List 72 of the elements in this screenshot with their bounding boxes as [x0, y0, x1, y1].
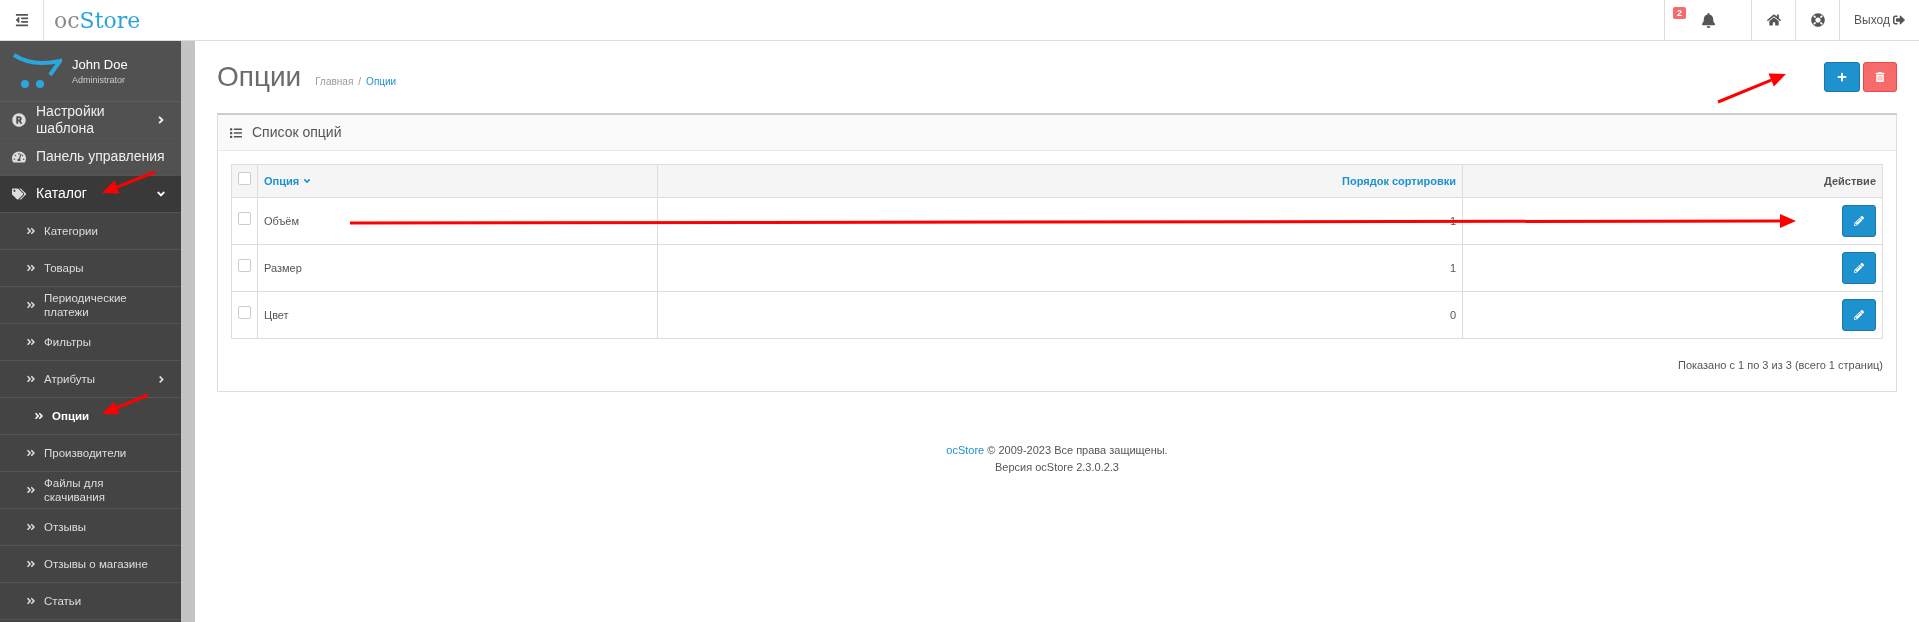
- checkbox[interactable]: [238, 172, 251, 186]
- edit-button[interactable]: [1842, 205, 1876, 237]
- table-cell: Цвет: [257, 291, 658, 339]
- notification-count: 2: [1673, 7, 1686, 19]
- double-chevron-icon: [26, 559, 36, 569]
- table-cell: 0: [657, 291, 1463, 339]
- page-title: Опции: [217, 63, 302, 91]
- sidebar-subitem[interactable]: Атрибуты: [0, 361, 181, 398]
- double-chevron-icon: [26, 522, 36, 532]
- annotation-arrow: [102, 170, 156, 194]
- lifebuoy-icon: [1810, 13, 1825, 27]
- double-chevron-icon: [26, 596, 36, 606]
- edit-button[interactable]: [1842, 299, 1876, 331]
- logout-button[interactable]: Выход: [1839, 0, 1919, 40]
- table-cell: Объём: [257, 197, 658, 245]
- sidebar-item[interactable]: Каталог: [0, 176, 181, 213]
- sidebar-item[interactable]: Панель управления: [0, 139, 181, 176]
- annotation-arrow: [1717, 73, 1786, 104]
- checkbox[interactable]: [238, 259, 251, 273]
- double-chevron-icon: [26, 337, 36, 347]
- user-name: John Doe: [72, 55, 128, 74]
- list-icon: [230, 126, 242, 139]
- breadcrumb-link[interactable]: Опции: [366, 74, 397, 89]
- sidebar-item[interactable]: Настройки шаблона: [0, 102, 181, 139]
- checkbox[interactable]: [238, 212, 251, 226]
- registered-icon: [12, 113, 26, 127]
- sidebar-subitem[interactable]: Отзывы: [0, 509, 181, 546]
- pencil-icon: [1854, 216, 1864, 226]
- double-chevron-icon: [34, 411, 44, 421]
- double-chevron-icon: [26, 485, 36, 495]
- double-chevron-icon: [26, 374, 36, 384]
- tags-icon: [12, 187, 26, 201]
- sidebar-subitem[interactable]: Производители: [0, 435, 181, 472]
- checkbox[interactable]: [238, 306, 251, 320]
- sidebar-subitem[interactable]: Категории: [0, 213, 181, 250]
- double-chevron-icon: [26, 448, 36, 458]
- annotation-arrow: [102, 393, 149, 415]
- table-cell: 1: [657, 244, 1463, 292]
- edit-button[interactable]: [1842, 252, 1876, 284]
- menu-icon: [14, 13, 29, 27]
- double-chevron-icon: [26, 300, 36, 310]
- sidebar-subitem[interactable]: Товары: [0, 250, 181, 287]
- logo[interactable]: ocStore: [44, 0, 141, 40]
- breadcrumb-separator: /: [358, 75, 362, 89]
- double-chevron-icon: [26, 226, 36, 236]
- delete-button[interactable]: [1863, 62, 1897, 92]
- plus-icon: [1837, 72, 1847, 82]
- bell-icon: [1700, 12, 1716, 28]
- home-icon: [1766, 13, 1781, 27]
- double-chevron-icon: [26, 263, 36, 273]
- sidebar-subitem[interactable]: Статьи: [0, 583, 181, 620]
- pencil-icon: [1854, 263, 1864, 273]
- sidebar-subitem[interactable]: Периодические платежи: [0, 287, 181, 324]
- speedometer-icon: [12, 150, 26, 164]
- table-cell: Размер: [257, 244, 658, 292]
- trash-icon: [1875, 72, 1885, 82]
- sidebar-subitem[interactable]: Фильтры: [0, 324, 181, 361]
- pencil-icon: [1854, 310, 1864, 320]
- pagination-text: Показано с 1 по 3 из 3 (всего 1 страниц): [1678, 358, 1883, 373]
- add-button[interactable]: [1824, 62, 1860, 92]
- sort-caret-icon: [302, 176, 313, 186]
- sidebar-subitem[interactable]: Отзывы о магазине: [0, 546, 181, 583]
- user-role: Administrator: [72, 74, 126, 87]
- column-header: Действие: [1462, 164, 1883, 198]
- panel-title: Список опций: [252, 123, 342, 142]
- version-text: Версия ocStore 2.3.0.2.3: [995, 460, 1119, 475]
- sidebar-subitem[interactable]: Файлы для скачивания: [0, 472, 181, 509]
- cart-logo-icon: [12, 53, 62, 89]
- copyright-text: ocStore © 2009-2023 Все права защищены.: [946, 442, 1168, 458]
- chevron-right-icon: [156, 373, 167, 385]
- logout-icon: [1892, 14, 1905, 26]
- footer-link[interactable]: ocStore: [946, 443, 985, 456]
